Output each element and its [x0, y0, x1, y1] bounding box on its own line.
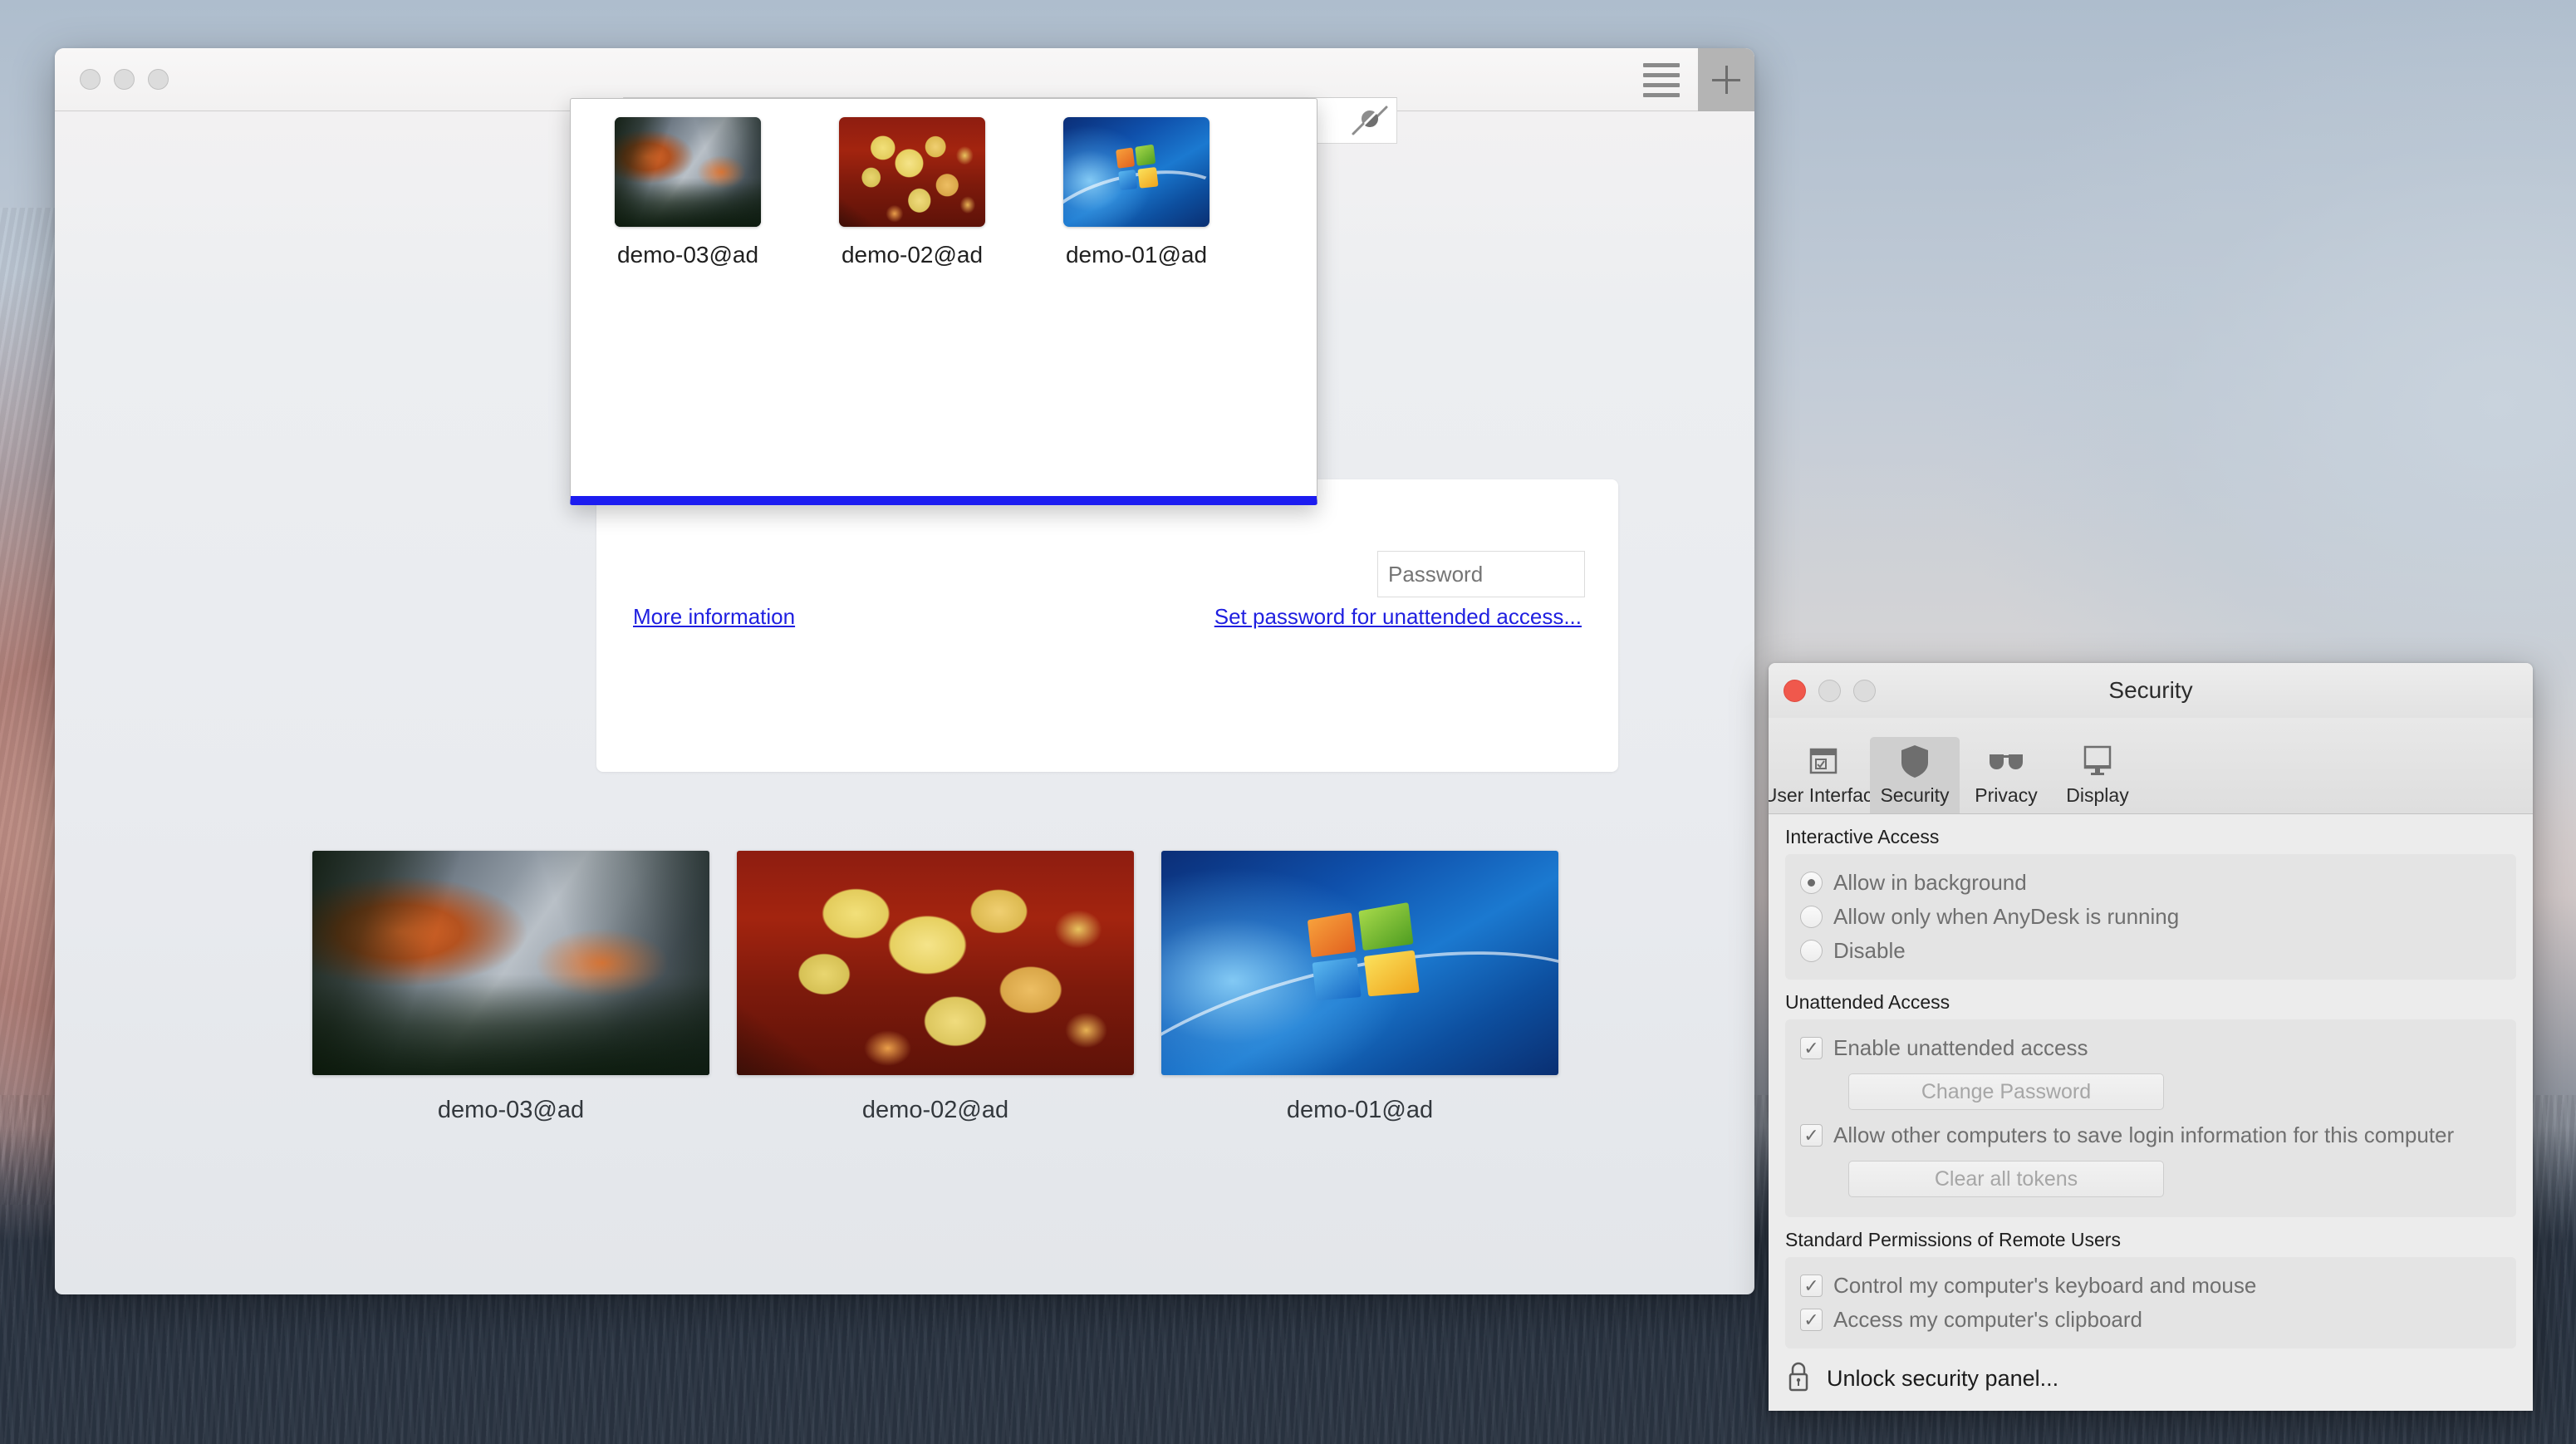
section-title: Standard Permissions of Remote Users	[1785, 1229, 2121, 1250]
address-suggestions-dropdown: demo-03@ad demo-02@ad demo-01@ad	[570, 98, 1317, 505]
option-label: Access my computer's clipboard	[1833, 1307, 2142, 1332]
option-label: Disable	[1833, 938, 1906, 963]
list-item[interactable]: demo-02@ad	[815, 117, 1009, 268]
suggestion-thumbnail	[839, 117, 985, 227]
plus-icon[interactable]	[1698, 48, 1754, 111]
option-label: Control my computer's keyboard and mouse	[1833, 1273, 2257, 1298]
option-label: Allow other computers to save login info…	[1833, 1122, 2455, 1147]
section-title: Unattended Access	[1785, 991, 1950, 1013]
lock-icon	[1787, 1360, 1810, 1397]
autumn-leaves-wallpaper-art	[839, 117, 985, 227]
security-window-title: Security	[2108, 677, 2193, 703]
checkbox-access-clipboard[interactable]: ✓ Access my computer's clipboard	[1800, 1303, 2501, 1337]
yosemite-wallpaper-art	[615, 117, 761, 227]
tab-security[interactable]: Security	[1870, 737, 1960, 813]
autumn-leaves-wallpaper-art	[737, 851, 1134, 1075]
unattended-access-section: Unattended Access ✓ Enable unattended ac…	[1769, 991, 2533, 1217]
card-links: More information Set password for unatte…	[633, 604, 1582, 630]
sunglasses-icon	[1988, 742, 2024, 780]
checkmark-icon[interactable]: ✓	[1800, 1275, 1823, 1297]
session-thumbnail	[1161, 851, 1558, 1075]
suggestion-thumbnail	[1063, 117, 1209, 227]
security-toolbar: User Interface Security Privacy Display	[1769, 718, 2533, 814]
checkmark-icon[interactable]: ✓	[1800, 1124, 1823, 1147]
window-traffic-lights	[80, 69, 169, 90]
radio-allow-only-when-running[interactable]: Allow only when AnyDesk is running	[1800, 900, 2501, 934]
security-settings-window: Security User Interface Security Privacy…	[1769, 663, 2533, 1411]
checkbox-allow-save-login[interactable]: ✓ Allow other computers to save login in…	[1800, 1118, 2501, 1152]
list-item[interactable]: demo-01@ad	[1039, 117, 1234, 268]
tab-display[interactable]: Display	[2053, 737, 2142, 813]
radio-icon[interactable]	[1800, 940, 1823, 962]
windows7-wallpaper-art	[1161, 851, 1558, 1075]
shield-icon	[1898, 742, 1931, 780]
session-label: demo-02@ad	[861, 1097, 1009, 1123]
windows7-wallpaper-art	[1063, 117, 1209, 227]
tab-user-interface[interactable]: User Interface	[1769, 737, 1883, 813]
checkmark-icon[interactable]: ✓	[1800, 1309, 1823, 1331]
monitor-icon	[2080, 742, 2115, 780]
list-item[interactable]: demo-01@ad	[1161, 851, 1558, 1124]
minimize-button[interactable]	[114, 69, 135, 90]
tab-label: Security	[1880, 784, 1950, 806]
checkbox-control-keyboard-mouse[interactable]: ✓ Control my computer's keyboard and mou…	[1800, 1269, 2501, 1303]
radio-icon[interactable]	[1800, 872, 1823, 894]
yosemite-wallpaper-art	[312, 851, 709, 1075]
change-password-button[interactable]: Change Password	[1848, 1073, 2164, 1110]
security-traffic-lights	[1784, 679, 1876, 702]
window-checkbox-icon	[1807, 742, 1840, 780]
suggestion-thumbnail	[615, 117, 761, 227]
unlock-security-panel-label: Unlock security panel...	[1827, 1366, 2059, 1391]
suggestion-list: demo-03@ad demo-02@ad demo-01@ad	[571, 99, 1317, 268]
unlock-security-panel-row[interactable]: Unlock security panel...	[1769, 1348, 2533, 1397]
option-label: Allow only when AnyDesk is running	[1833, 904, 2180, 929]
tab-label: Privacy	[1975, 784, 2038, 806]
standard-permissions-section: Standard Permissions of Remote Users ✓ C…	[1769, 1229, 2533, 1348]
option-label: Enable unattended access	[1833, 1035, 2088, 1060]
session-thumbnail	[737, 851, 1134, 1075]
session-label: demo-03@ad	[437, 1097, 585, 1123]
section-box: Allow in background Allow only when AnyD…	[1785, 854, 2516, 980]
password-input[interactable]	[1377, 551, 1585, 597]
option-label: Allow in background	[1833, 870, 2027, 895]
session-thumbnail	[312, 851, 709, 1075]
maximize-button[interactable]	[148, 69, 169, 90]
interactive-access-section: Interactive Access Allow in background A…	[1769, 826, 2533, 980]
tab-label: Display	[2066, 784, 2129, 806]
radio-allow-in-background[interactable]: Allow in background	[1800, 866, 2501, 900]
recent-sessions-list: demo-03@ad demo-02@ad demo-01@ad	[312, 851, 1558, 1124]
suggestion-label: demo-03@ad	[616, 242, 759, 268]
titlebar-right-actions	[1625, 48, 1754, 111]
tab-privacy[interactable]: Privacy	[1961, 737, 2051, 813]
list-item[interactable]: demo-03@ad	[312, 851, 709, 1124]
hamburger-icon[interactable]	[1625, 48, 1698, 111]
list-item[interactable]: demo-02@ad	[737, 851, 1134, 1124]
this-desk-card: More information Set password for unatte…	[596, 479, 1618, 772]
radio-icon[interactable]	[1800, 906, 1823, 928]
radio-disable[interactable]: Disable	[1800, 934, 2501, 968]
checkbox-enable-unattended-access[interactable]: ✓ Enable unattended access	[1800, 1031, 2501, 1065]
security-titlebar: Security	[1769, 663, 2533, 718]
maximize-button[interactable]	[1853, 679, 1876, 702]
close-button[interactable]	[80, 69, 101, 90]
set-password-link[interactable]: Set password for unattended access...	[1214, 604, 1582, 630]
more-information-link[interactable]: More information	[633, 604, 795, 630]
section-title: Interactive Access	[1785, 826, 1940, 847]
section-box: ✓ Enable unattended access Change Passwo…	[1785, 1019, 2516, 1217]
session-label: demo-01@ad	[1286, 1097, 1434, 1123]
tab-label: User Interface	[1769, 784, 1884, 806]
clear-all-tokens-button[interactable]: Clear all tokens	[1848, 1161, 2164, 1197]
suggestion-label: demo-02@ad	[841, 242, 984, 268]
list-item[interactable]: demo-03@ad	[591, 117, 785, 268]
minimize-button[interactable]	[1818, 679, 1841, 702]
suggestion-label: demo-01@ad	[1065, 242, 1208, 268]
close-button[interactable]	[1784, 679, 1806, 702]
checkmark-icon[interactable]: ✓	[1800, 1037, 1823, 1059]
section-box: ✓ Control my computer's keyboard and mou…	[1785, 1257, 2516, 1348]
